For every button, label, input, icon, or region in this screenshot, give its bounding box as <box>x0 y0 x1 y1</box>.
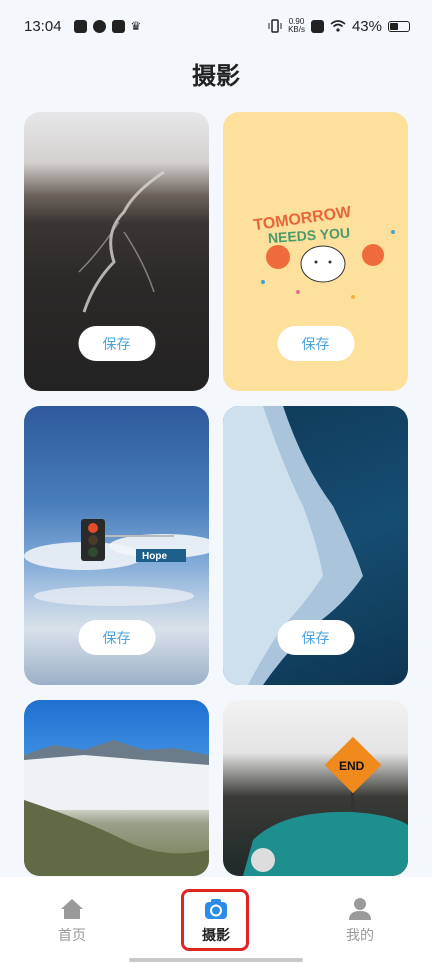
net-speed: 0.90 KB/s <box>288 18 305 34</box>
save-button[interactable]: 保存 <box>277 620 354 655</box>
app-notification-icon <box>92 19 106 33</box>
person-icon <box>349 898 371 920</box>
nav-label-mine: 我的 <box>346 927 374 943</box>
car-image: END <box>243 736 408 876</box>
nav-item-home[interactable]: 首页 <box>37 897 107 945</box>
photo-card-tomorrow[interactable]: TOMORROW NEEDS YOU 保存 <box>223 112 408 391</box>
status-time: 13:04 <box>24 17 62 35</box>
app-notification-icon <box>111 19 125 33</box>
photo-card-car[interactable]: END <box>223 700 408 876</box>
status-bar: 13:04 ♛ 0.90 KB/s 43% <box>0 0 432 52</box>
save-button[interactable]: 保存 <box>78 326 155 361</box>
nav-label-home: 首页 <box>58 927 86 943</box>
photo-grid: 保存 TOMORROW NEEDS YOU 保存 Hope 保存 保存 END <box>24 112 408 876</box>
save-button[interactable]: 保存 <box>277 326 354 361</box>
hope-sign-text: Hope <box>142 551 167 562</box>
crown-icon: ♛ <box>130 19 142 33</box>
status-right: 0.90 KB/s 43% <box>268 18 410 35</box>
mountain-image <box>24 740 209 876</box>
vibrate-icon <box>268 19 282 33</box>
app-notification-icon <box>73 19 87 33</box>
net-speed-unit: KB/s <box>288 25 305 34</box>
nav-item-mine[interactable]: 我的 <box>325 897 395 945</box>
home-indicator <box>129 958 303 962</box>
end-sign-text: END <box>339 759 365 773</box>
battery-percent: 43% <box>351 17 382 35</box>
active-tab-highlight <box>181 889 249 951</box>
battery-icon <box>388 20 410 32</box>
photo-card-traffic-light[interactable]: Hope 保存 <box>24 406 209 685</box>
photo-card-mountain[interactable] <box>24 700 209 876</box>
save-button[interactable]: 保存 <box>78 620 155 655</box>
home-icon <box>61 899 83 919</box>
wifi-icon <box>330 20 346 32</box>
photo-card-iceberg[interactable]: 保存 <box>223 406 408 685</box>
page-title: 摄影 <box>192 63 240 90</box>
sim-icon <box>310 19 324 33</box>
photo-card-river-delta[interactable]: 保存 <box>24 112 209 391</box>
status-left: 13:04 ♛ <box>24 18 141 35</box>
